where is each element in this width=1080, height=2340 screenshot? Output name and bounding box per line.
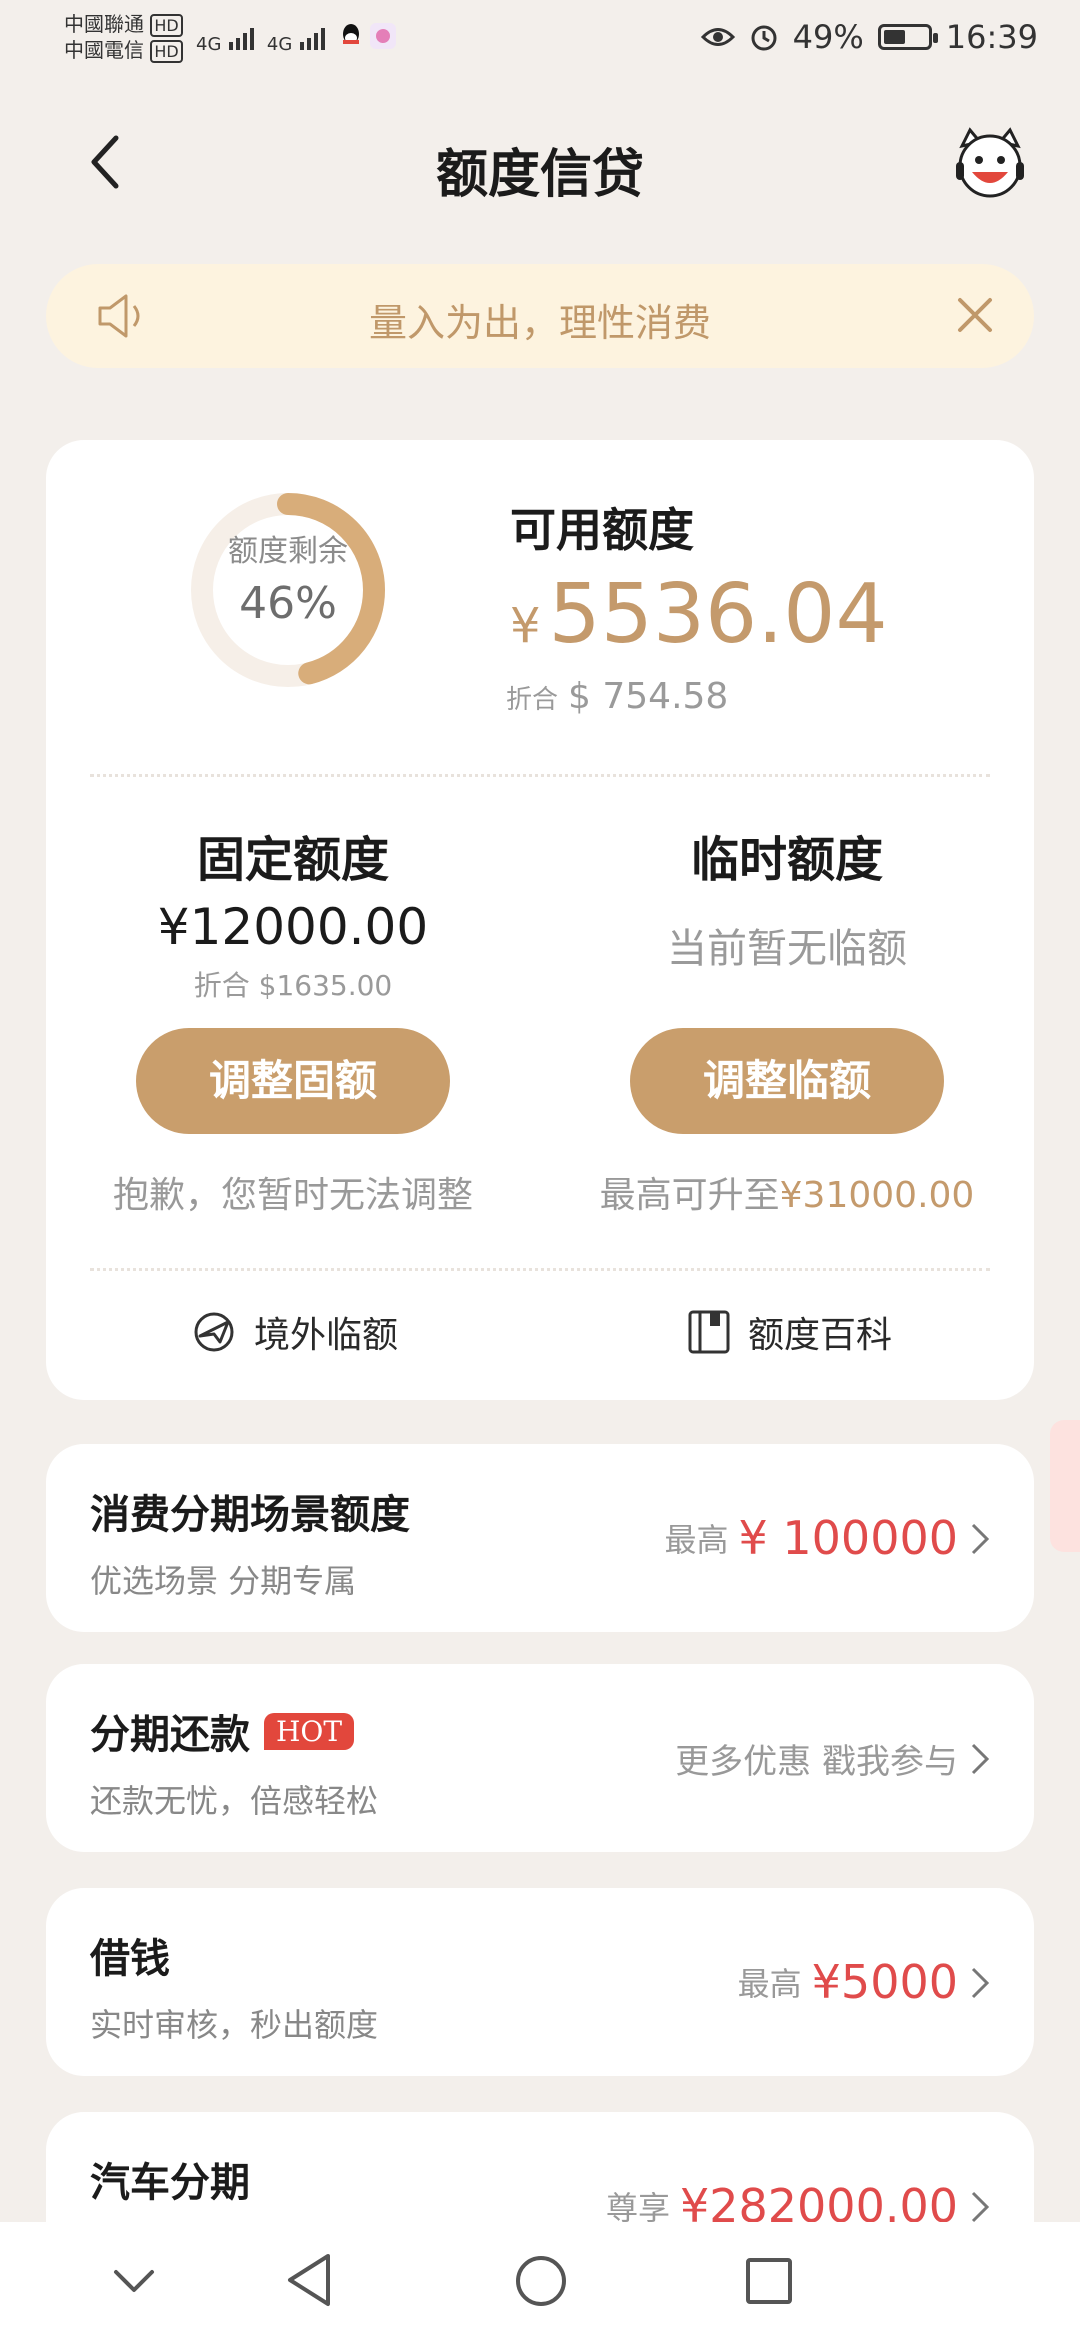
- list-item-installment-scene[interactable]: 消费分期场景额度 优选场景 分期专属 最高 ¥ 100000: [46, 1444, 1034, 1632]
- row-right-info: 最高 ¥5000: [738, 1888, 958, 2076]
- row-subtitle: 还款无忧，倍感轻松: [90, 1782, 379, 1820]
- page-title: 额度信贷: [435, 145, 644, 205]
- temp-adjust-note: 最高可升至¥31000.00: [540, 1166, 1034, 1218]
- temp-credit-empty: 当前暂无临额: [667, 926, 907, 972]
- row-subtitle: 优选场景 分期专属: [90, 1562, 357, 1600]
- ring-label: 额度剩余: [228, 534, 348, 569]
- eye-icon: [700, 28, 735, 46]
- row-title-text: 汽车分期: [90, 2160, 250, 2206]
- network-type: 4G: [196, 34, 222, 55]
- divider: [90, 774, 990, 777]
- battery-fill: [883, 30, 905, 44]
- credit-summary-card: 额度剩余 46% 可用额度 ¥5536.04 折合 $ 754.58 固定额度 ¥…: [46, 440, 1034, 1400]
- currency-symbol: ¥: [510, 598, 541, 654]
- divider: [90, 1268, 990, 1271]
- clock: 16:39: [945, 18, 1038, 56]
- row-title: 分期还款 HOT: [90, 1702, 355, 1760]
- battery-percent: 49%: [792, 18, 864, 56]
- plane-icon: [194, 1312, 234, 1352]
- chevron-right-icon: [971, 1743, 990, 1775]
- available-credit-amount: ¥5536.04: [510, 574, 888, 656]
- wiki-link-label: 额度百科: [748, 1315, 893, 1356]
- row-right-info: 最高 ¥ 100000: [664, 1444, 958, 1632]
- fixed-credit-section: 固定额度 ¥12000.00 折合 $1635.00: [46, 820, 540, 1004]
- carrier-1: 中國聯通: [64, 12, 144, 36]
- book-icon: [688, 1310, 730, 1354]
- hd-badge: HD: [150, 14, 183, 37]
- ring-percent: 46%: [239, 578, 337, 629]
- row-title-text: 消费分期场景额度: [90, 1492, 410, 1538]
- overseas-temp-credit-link[interactable]: 境外临额: [190, 1302, 398, 1362]
- fixed-adjust-note: 抱歉，您暂时无法调整: [112, 1175, 473, 1216]
- network-type: 4G: [266, 34, 293, 55]
- chevron-right-icon: [971, 1523, 990, 1555]
- floating-side-tab[interactable]: [1050, 1420, 1080, 1552]
- list-item-installment-repayment[interactable]: 分期还款 HOT 还款无忧，倍感轻松 更多优惠 戳我参与: [46, 1664, 1034, 1852]
- notice-text: 量入为出，理性消费: [368, 301, 711, 345]
- row-title: 消费分期场景额度: [90, 1482, 410, 1540]
- battery-icon: [877, 24, 938, 50]
- collapse-icon[interactable]: [112, 2266, 156, 2296]
- fixed-credit-amount: ¥12000.00: [157, 898, 429, 956]
- system-indicators: 49% 16:39: [700, 18, 1038, 56]
- row-title: 汽车分期: [90, 2150, 250, 2208]
- row-right-prefix: 最高: [737, 1965, 802, 2003]
- overseas-link-label: 境外临额: [254, 1315, 399, 1356]
- hd-badge: HD: [150, 40, 183, 63]
- row-right-info: 更多优惠 戳我参与: [675, 1664, 958, 1852]
- signal-icon: [300, 28, 326, 50]
- credit-wiki-link[interactable]: 额度百科: [686, 1302, 892, 1362]
- row-subtitle: 实时审核，秒出额度: [90, 2006, 379, 2044]
- back-nav-icon[interactable]: [284, 2252, 334, 2308]
- row-right-text: 更多优惠 戳我参与: [675, 1741, 958, 1782]
- notice-banner: 量入为出，理性消费: [46, 264, 1034, 368]
- fixed-credit-usd: 折合 $1635.00: [193, 969, 393, 1002]
- chevron-right-icon: [971, 2191, 990, 2223]
- signal-icon: [229, 28, 255, 50]
- temp-credit-title: 临时额度: [690, 832, 883, 888]
- app-icon: [370, 23, 397, 49]
- available-credit-title: 可用额度: [510, 503, 694, 557]
- row-right-prefix: 最高: [664, 1521, 729, 1559]
- row-title-text: 分期还款: [90, 1712, 250, 1758]
- home-nav-icon[interactable]: [514, 2254, 568, 2308]
- adjust-temp-button[interactable]: 调整临额: [630, 1028, 944, 1134]
- nav-bar: 额度信贷: [0, 110, 1080, 220]
- list-item-borrow[interactable]: 借钱 实时审核，秒出额度 最高 ¥5000: [46, 1888, 1034, 2076]
- row-title-text: 借钱: [90, 1936, 170, 1982]
- close-icon[interactable]: [952, 292, 998, 338]
- available-usd: 折合 $ 754.58: [506, 676, 728, 717]
- temp-credit-section: 临时额度 当前暂无临额: [540, 820, 1034, 974]
- adjust-fixed-button[interactable]: 调整固额: [136, 1028, 450, 1134]
- usd-prefix: 折合: [506, 685, 559, 715]
- carrier-2: 中國電信: [64, 38, 144, 62]
- signal-icons: 4G 4G: [196, 22, 397, 55]
- status-bar: 中國聯通 HD 中國電信 HD 4G 4G 49% 16:39: [0, 0, 1080, 80]
- system-nav-bar: [0, 2222, 1080, 2340]
- chevron-right-icon: [971, 1967, 990, 1999]
- alarm-icon: [751, 25, 777, 51]
- carrier-info: 中國聯通 HD 中國電信 HD: [64, 12, 183, 64]
- row-right-amount: ¥5000: [811, 1955, 958, 2009]
- customer-service-mascot-icon[interactable]: [952, 126, 1028, 202]
- hot-badge: HOT: [264, 1712, 355, 1750]
- recents-nav-icon[interactable]: [744, 2256, 794, 2306]
- qq-icon: [342, 24, 359, 44]
- usd-amount: $ 754.58: [568, 676, 729, 717]
- temp-note-prefix: 最高可升至: [599, 1175, 780, 1216]
- available-amount-value: 5536.04: [548, 567, 888, 662]
- row-right-amount: ¥ 100000: [738, 1511, 959, 1565]
- row-title: 借钱: [90, 1926, 170, 1984]
- temp-note-amount: ¥31000.00: [779, 1175, 975, 1216]
- fixed-credit-title: 固定额度: [196, 832, 389, 888]
